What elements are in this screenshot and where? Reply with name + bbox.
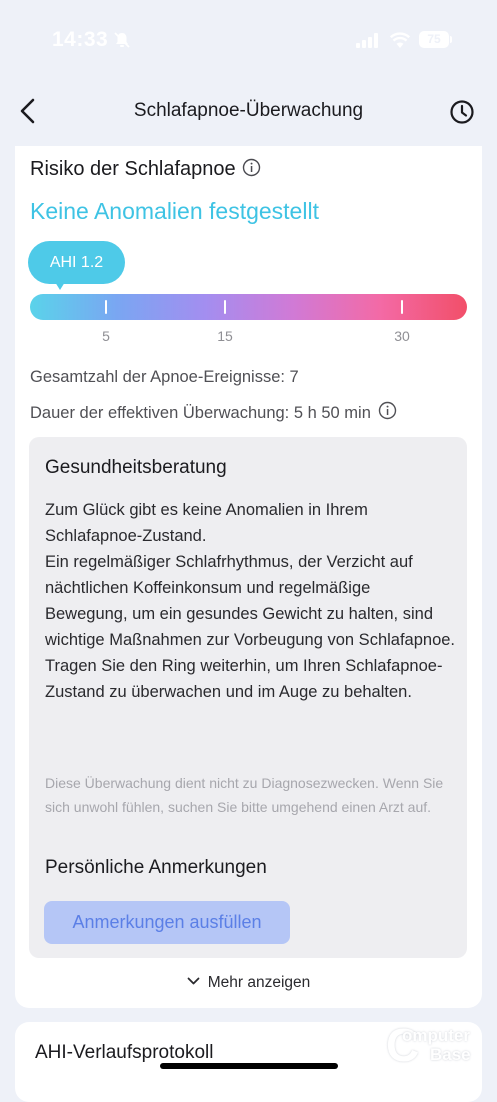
page-title: Schlafapnoe-Überwachung bbox=[133, 100, 364, 121]
total-events-stat: Gesamtzahl der Apnoe-Ereignisse: 7 bbox=[30, 368, 299, 386]
ahi-value-bubble: AHI 1.2 bbox=[28, 241, 125, 284]
risk-title-row: Risiko der Schlafapnoe bbox=[30, 158, 261, 181]
info-icon[interactable] bbox=[378, 401, 397, 420]
status-time: 14:33 bbox=[52, 28, 109, 51]
scale-label-30: 30 bbox=[394, 328, 410, 344]
advice-title: Gesundheitsberatung bbox=[45, 457, 227, 478]
clock-icon bbox=[450, 100, 474, 124]
fill-notes-button[interactable]: Anmerkungen ausfüllen bbox=[44, 901, 290, 944]
battery-icon: 75 bbox=[419, 31, 449, 48]
signal-icon bbox=[356, 33, 378, 48]
watermark-text-1: omputer bbox=[402, 1026, 470, 1045]
nav-header: Schlafapnoe-Überwachung bbox=[0, 80, 497, 144]
scale-tick-15 bbox=[224, 300, 226, 314]
risk-status: Keine Anomalien festgestellt bbox=[30, 198, 319, 224]
computerbase-watermark: C omputer Base bbox=[386, 1022, 490, 1070]
show-more-button[interactable]: Mehr anzeigen bbox=[15, 974, 482, 992]
home-indicator[interactable] bbox=[160, 1063, 338, 1069]
ahi-scale-bar bbox=[30, 294, 467, 320]
scale-label-15: 15 bbox=[217, 328, 233, 344]
personal-notes-title: Persönliche Anmerkungen bbox=[45, 857, 267, 878]
show-more-label: Mehr anzeigen bbox=[207, 974, 311, 991]
health-advice-box: Gesundheitsberatung Zum Glück gibt es ke… bbox=[29, 437, 467, 958]
wifi-icon bbox=[390, 32, 410, 48]
scale-tick-30 bbox=[401, 300, 403, 314]
chevron-down-icon bbox=[187, 977, 200, 985]
risk-title: Risiko der Schlafapnoe bbox=[30, 158, 236, 180]
ahi-bubble-pointer bbox=[55, 282, 65, 290]
advice-text: Zum Glück gibt es keine Anomalien in Ihr… bbox=[45, 501, 456, 701]
status-bar: 14:33 75 bbox=[0, 0, 497, 80]
info-icon[interactable] bbox=[242, 158, 261, 177]
bell-muted-icon bbox=[114, 32, 130, 48]
watermark-text-2: Base bbox=[430, 1045, 471, 1064]
scale-tick-5 bbox=[105, 300, 107, 314]
battery-tip bbox=[450, 36, 452, 43]
history-button[interactable] bbox=[447, 97, 477, 127]
duration-stat: Dauer der effektiven Überwachung: 5 h 50… bbox=[30, 404, 371, 422]
ahi-history-title: AHI-Verlaufsprotokoll bbox=[35, 1042, 214, 1063]
disclaimer-text: Diese Überwachung dient nicht zu Diagnos… bbox=[45, 775, 444, 815]
scale-label-5: 5 bbox=[102, 328, 110, 344]
sleep-apnea-card: Risiko der Schlafapnoe Keine Anomalien f… bbox=[15, 146, 482, 1008]
duration-stat-row: Dauer der effektiven Überwachung: 5 h 50… bbox=[30, 401, 397, 423]
